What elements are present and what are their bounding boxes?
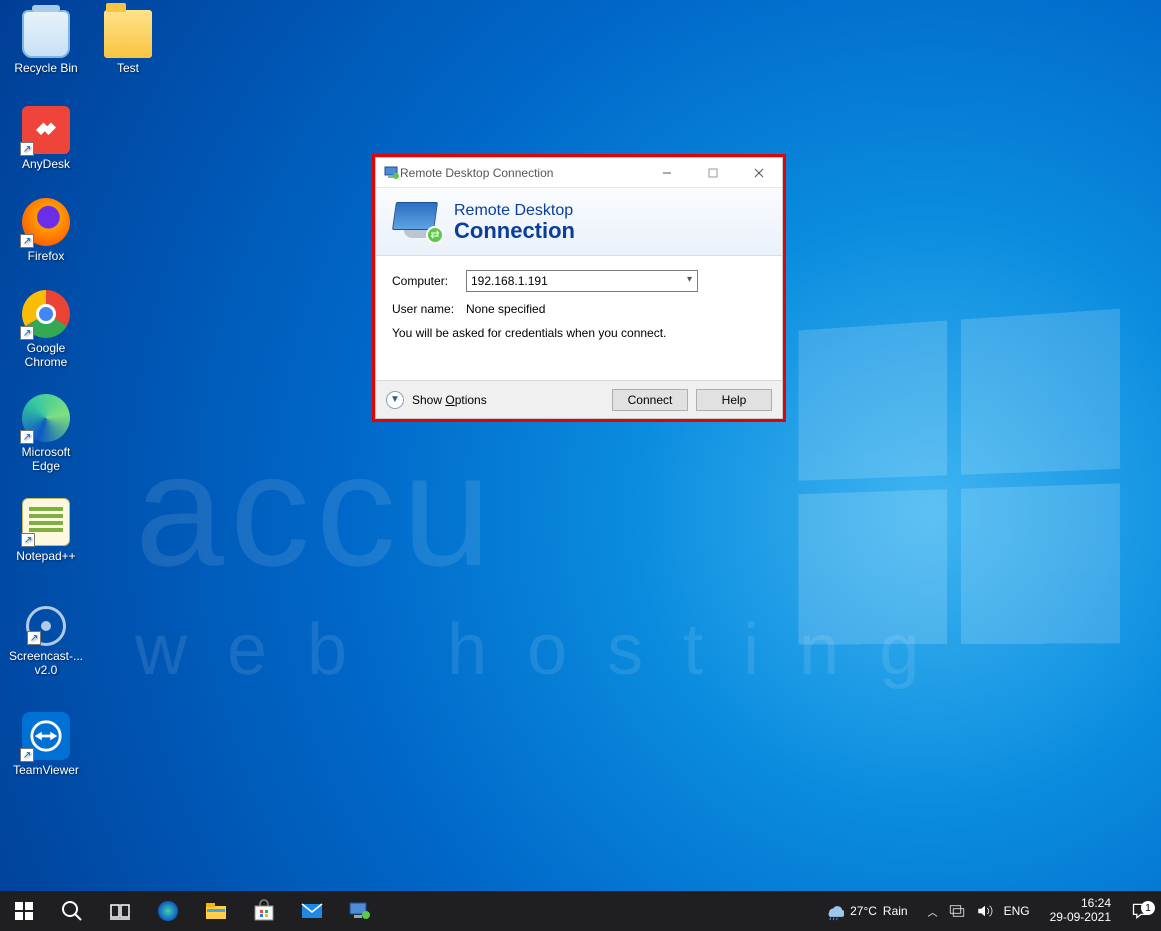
edge-icon	[156, 899, 180, 923]
rdc-logo-icon: ⇄	[394, 202, 440, 242]
task-view-icon	[108, 899, 132, 923]
rdc-header-title: Remote Desktop Connection	[454, 202, 575, 242]
screencast-icon: ↗	[26, 606, 66, 646]
icon-label: Firefox	[8, 249, 84, 263]
username-value: None specified	[466, 302, 545, 316]
icon-label: Microsoft Edge	[8, 445, 84, 473]
icon-label: TeamViewer	[8, 763, 84, 777]
computer-label: Computer:	[392, 274, 466, 288]
icon-label: Notepad++	[8, 549, 84, 563]
icon-label: Screencast-... v2.0	[8, 649, 84, 677]
rdc-title-text: Remote Desktop Connection	[400, 166, 553, 180]
username-label: User name:	[392, 302, 466, 316]
icon-label: AnyDesk	[8, 157, 84, 171]
desktop-icon-notepadpp[interactable]: ↗ Notepad++	[8, 498, 84, 563]
desktop-icon-recycle-bin[interactable]: Recycle Bin	[8, 10, 84, 75]
desktop-icon-firefox[interactable]: ↗ Firefox	[8, 198, 84, 263]
weather-rain-icon	[824, 901, 844, 921]
connect-button[interactable]: Connect	[612, 389, 688, 411]
icon-label: Google Chrome	[8, 341, 84, 369]
icon-label: Recycle Bin	[8, 61, 84, 75]
taskbar[interactable]: 27°C Rain ︿ ENG 16:24 29-09-2021 1	[0, 891, 1161, 931]
start-button[interactable]	[0, 891, 48, 931]
system-tray[interactable]: 27°C Rain ︿ ENG 16:24 29-09-2021 1	[814, 891, 1161, 931]
tray-language[interactable]: ENG	[1004, 904, 1030, 918]
chrome-icon: ↗	[22, 290, 70, 338]
desktop[interactable]: Recycle Bin Test ↗ AnyDesk ↗ Firefox ↗ G…	[0, 0, 1161, 931]
weather-temp: 27°C	[850, 904, 877, 918]
volume-icon[interactable]	[976, 902, 994, 920]
taskbar-app-mail[interactable]	[288, 891, 336, 931]
taskbar-app-explorer[interactable]	[192, 891, 240, 931]
rdc-titlebar[interactable]: Remote Desktop Connection	[376, 158, 782, 188]
rdc-footer: ▼ Show Options Connect Help	[376, 380, 782, 418]
search-button[interactable]	[48, 891, 96, 931]
edge-icon: ↗	[22, 394, 70, 442]
rdc-body: Computer: ▾ User name: None specified Yo…	[376, 256, 782, 380]
network-icon[interactable]	[948, 902, 966, 920]
taskbar-app-store[interactable]	[240, 891, 288, 931]
desktop-icon-test-folder[interactable]: Test	[90, 10, 166, 75]
windows-icon	[15, 902, 33, 920]
shortcut-overlay-icon: ↗	[27, 631, 41, 645]
shortcut-overlay-icon: ↗	[21, 533, 35, 547]
shortcut-overlay-icon: ↗	[20, 748, 34, 762]
desktop-icon-anydesk[interactable]: ↗ AnyDesk	[8, 106, 84, 171]
shortcut-overlay-icon: ↗	[20, 326, 34, 340]
tray-overflow-button[interactable]: ︿	[928, 904, 938, 919]
desktop-icon-edge[interactable]: ↗ Microsoft Edge	[8, 394, 84, 473]
action-center-button[interactable]: 1	[1121, 901, 1161, 921]
shortcut-overlay-icon: ↗	[20, 430, 34, 444]
shortcut-overlay-icon: ↗	[20, 142, 34, 156]
help-button[interactable]: Help	[696, 389, 772, 411]
maximize-button[interactable]	[690, 158, 736, 188]
notification-badge: 1	[1141, 901, 1155, 915]
teamviewer-icon: ↗	[22, 712, 70, 760]
store-icon	[252, 899, 276, 923]
anydesk-icon: ↗	[22, 106, 70, 154]
weather-cond: Rain	[883, 904, 908, 918]
rdc-header: ⇄ Remote Desktop Connection	[376, 188, 782, 256]
icon-label: Test	[90, 61, 166, 75]
rdc-icon	[348, 899, 372, 923]
taskbar-app-edge[interactable]	[144, 891, 192, 931]
search-icon	[60, 899, 84, 923]
notepadpp-icon: ↗	[22, 498, 70, 546]
expand-options-icon[interactable]: ▼	[386, 391, 404, 409]
credentials-note: You will be asked for credentials when y…	[392, 326, 766, 340]
clock-date: 29-09-2021	[1050, 911, 1111, 925]
recycle-bin-icon	[22, 10, 70, 58]
close-button[interactable]	[736, 158, 782, 188]
computer-combo[interactable]: ▾	[466, 270, 698, 292]
clock-time: 16:24	[1050, 897, 1111, 911]
firefox-icon: ↗	[22, 198, 70, 246]
task-view-button[interactable]	[96, 891, 144, 931]
shortcut-overlay-icon: ↗	[20, 234, 34, 248]
mail-icon	[300, 899, 324, 923]
desktop-icon-teamviewer[interactable]: ↗ TeamViewer	[8, 712, 84, 777]
rdc-header-line1: Remote Desktop	[454, 202, 575, 220]
desktop-icon-screencast[interactable]: ↗ Screencast-... v2.0	[8, 602, 84, 677]
taskbar-app-rdc[interactable]	[336, 891, 384, 931]
tray-weather[interactable]: 27°C Rain	[814, 901, 918, 921]
tray-clock[interactable]: 16:24 29-09-2021	[1040, 897, 1121, 925]
show-options-link[interactable]: Show Options	[412, 393, 604, 407]
folder-icon	[104, 10, 152, 58]
minimize-button[interactable]	[644, 158, 690, 188]
computer-input[interactable]	[466, 270, 698, 292]
rdc-window[interactable]: Remote Desktop Connection ⇄ Remote Deskt…	[375, 157, 783, 419]
rdc-header-line2: Connection	[454, 220, 575, 242]
desktop-icon-chrome[interactable]: ↗ Google Chrome	[8, 290, 84, 369]
rdc-titlebar-icon	[384, 165, 400, 181]
rdc-highlight-border: Remote Desktop Connection ⇄ Remote Deskt…	[372, 154, 786, 422]
file-explorer-icon	[204, 899, 228, 923]
